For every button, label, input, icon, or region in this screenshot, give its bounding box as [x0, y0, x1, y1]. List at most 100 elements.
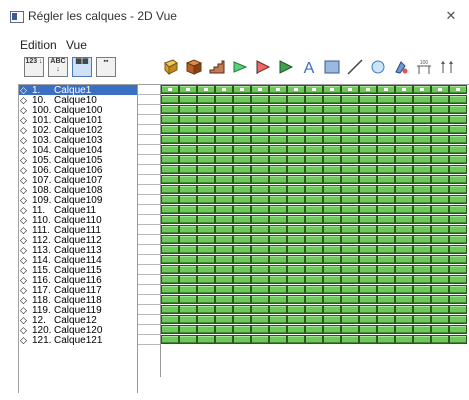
- layer-visibility-toggle[interactable]: [215, 335, 233, 344]
- level-tool-icon[interactable]: 100: [415, 58, 433, 76]
- layer-row[interactable]: ◇ 109. Calque109: [19, 195, 137, 206]
- layer-visibility-toggle[interactable]: [431, 125, 449, 134]
- layer-visibility-toggle[interactable]: [305, 295, 323, 304]
- layer-visibility-toggle[interactable]: [233, 225, 251, 234]
- layer-visibility-toggle[interactable]: [305, 105, 323, 114]
- layer-visibility-toggle[interactable]: [161, 145, 179, 154]
- layer-visibility-toggle[interactable]: [251, 125, 269, 134]
- fill-tool-icon[interactable]: [323, 58, 341, 76]
- layer-visibility-toggle[interactable]: [287, 125, 305, 134]
- layer-visibility-toggle[interactable]: [287, 225, 305, 234]
- layer-row[interactable]: ◇ 120. Calque120: [19, 325, 137, 336]
- layer-visibility-toggle[interactable]: [431, 285, 449, 294]
- layer-visibility-toggle[interactable]: [377, 235, 395, 244]
- layer-visibility-toggle[interactable]: [269, 95, 287, 104]
- layer-visibility-toggle[interactable]: [215, 255, 233, 264]
- layer-visibility-toggle[interactable]: [395, 125, 413, 134]
- layer-visibility-toggle[interactable]: [395, 315, 413, 324]
- layer-visibility-toggle[interactable]: [377, 125, 395, 134]
- layer-visibility-toggle[interactable]: [395, 235, 413, 244]
- layer-visibility-toggle[interactable]: [323, 155, 341, 164]
- layer-visibility-toggle[interactable]: [161, 305, 179, 314]
- layer-visibility-toggle[interactable]: [179, 95, 197, 104]
- layer-row[interactable]: ◇ 121. Calque121: [19, 335, 137, 346]
- layer-visibility-toggle[interactable]: [251, 205, 269, 214]
- layer-visibility-toggle[interactable]: [197, 115, 215, 124]
- stair-tool-icon[interactable]: [208, 58, 226, 76]
- layer-visibility-toggle[interactable]: [449, 335, 467, 344]
- layer-row[interactable]: ◇ 117. Calque117: [19, 285, 137, 296]
- layer-visibility-toggle[interactable]: [251, 285, 269, 294]
- layer-visibility-toggle[interactable]: [287, 175, 305, 184]
- layer-visibility-toggle[interactable]: [233, 205, 251, 214]
- layer-visibility-toggle[interactable]: [413, 265, 431, 274]
- layer-visibility-toggle[interactable]: [449, 125, 467, 134]
- layer-visibility-toggle[interactable]: [413, 85, 431, 94]
- layer-visibility-toggle[interactable]: [323, 175, 341, 184]
- layer-visibility-toggle[interactable]: [197, 125, 215, 134]
- layer-visibility-toggle[interactable]: [377, 265, 395, 274]
- layer-row[interactable]: ◇ 105. Calque105: [19, 155, 137, 166]
- layer-visibility-toggle[interactable]: [233, 325, 251, 334]
- layer-visibility-toggle[interactable]: [287, 105, 305, 114]
- layer-visibility-toggle[interactable]: [161, 295, 179, 304]
- layer-visibility-toggle[interactable]: [161, 315, 179, 324]
- layer-visibility-toggle[interactable]: [431, 275, 449, 284]
- layer-visibility-toggle[interactable]: [179, 85, 197, 94]
- layer-visibility-toggle[interactable]: [413, 145, 431, 154]
- layer-visibility-toggle[interactable]: [287, 255, 305, 264]
- layer-eye-icon[interactable]: ◇: [19, 145, 32, 155]
- layer-visibility-toggle[interactable]: [179, 315, 197, 324]
- object-tool-icon[interactable]: [185, 58, 203, 76]
- layer-visibility-toggle[interactable]: [251, 175, 269, 184]
- layer-visibility-toggle[interactable]: [233, 275, 251, 284]
- layer-visibility-toggle[interactable]: [341, 265, 359, 274]
- layer-visibility-toggle[interactable]: [377, 185, 395, 194]
- layer-visibility-toggle[interactable]: [323, 275, 341, 284]
- layer-visibility-toggle[interactable]: [179, 215, 197, 224]
- layer-visibility-toggle[interactable]: [215, 265, 233, 274]
- layer-visibility-toggle[interactable]: [413, 245, 431, 254]
- layer-eye-icon[interactable]: ◇: [19, 165, 32, 175]
- layer-visibility-toggle[interactable]: [449, 205, 467, 214]
- layer-visibility-toggle[interactable]: [305, 155, 323, 164]
- layer-visibility-toggle[interactable]: [449, 235, 467, 244]
- layer-visibility-toggle[interactable]: [251, 135, 269, 144]
- layer-visibility-toggle[interactable]: [251, 325, 269, 334]
- layer-visibility-toggle[interactable]: [323, 145, 341, 154]
- layer-visibility-toggle[interactable]: [431, 145, 449, 154]
- layer-visibility-toggle[interactable]: [305, 265, 323, 274]
- layer-visibility-toggle[interactable]: [359, 205, 377, 214]
- layer-visibility-toggle[interactable]: [341, 305, 359, 314]
- layer-row[interactable]: ◇ 108. Calque108: [19, 185, 137, 196]
- layer-visibility-toggle[interactable]: [233, 135, 251, 144]
- layer-visibility-toggle[interactable]: [269, 275, 287, 284]
- layer-visibility-toggle[interactable]: [323, 225, 341, 234]
- layer-visibility-toggle[interactable]: [179, 145, 197, 154]
- paint-tool-icon[interactable]: [392, 58, 410, 76]
- layer-visibility-toggle[interactable]: [215, 145, 233, 154]
- layer-visibility-toggle[interactable]: [161, 165, 179, 174]
- layer-visibility-toggle[interactable]: [431, 295, 449, 304]
- layer-visibility-toggle[interactable]: [413, 105, 431, 114]
- layer-visibility-toggle[interactable]: [377, 225, 395, 234]
- layer-visibility-toggle[interactable]: [161, 275, 179, 284]
- layer-visibility-toggle[interactable]: [449, 115, 467, 124]
- layer-visibility-grid[interactable]: [161, 85, 469, 393]
- layer-visibility-toggle[interactable]: [449, 315, 467, 324]
- layer-visibility-toggle[interactable]: [269, 155, 287, 164]
- layer-eye-icon[interactable]: ◇: [19, 315, 32, 325]
- layer-visibility-toggle[interactable]: [197, 165, 215, 174]
- layer-visibility-toggle[interactable]: [179, 135, 197, 144]
- layer-visibility-toggle[interactable]: [251, 265, 269, 274]
- layer-visibility-toggle[interactable]: [305, 195, 323, 204]
- layer-visibility-toggle[interactable]: [323, 165, 341, 174]
- layer-visibility-toggle[interactable]: [233, 175, 251, 184]
- layer-visibility-toggle[interactable]: [269, 165, 287, 174]
- layer-visibility-toggle[interactable]: [179, 245, 197, 254]
- layer-eye-icon[interactable]: ◇: [19, 225, 32, 235]
- layer-visibility-toggle[interactable]: [377, 295, 395, 304]
- layer-visibility-toggle[interactable]: [197, 175, 215, 184]
- layer-visibility-toggle[interactable]: [305, 315, 323, 324]
- layer-row[interactable]: ◇ 10. Calque10: [19, 95, 137, 106]
